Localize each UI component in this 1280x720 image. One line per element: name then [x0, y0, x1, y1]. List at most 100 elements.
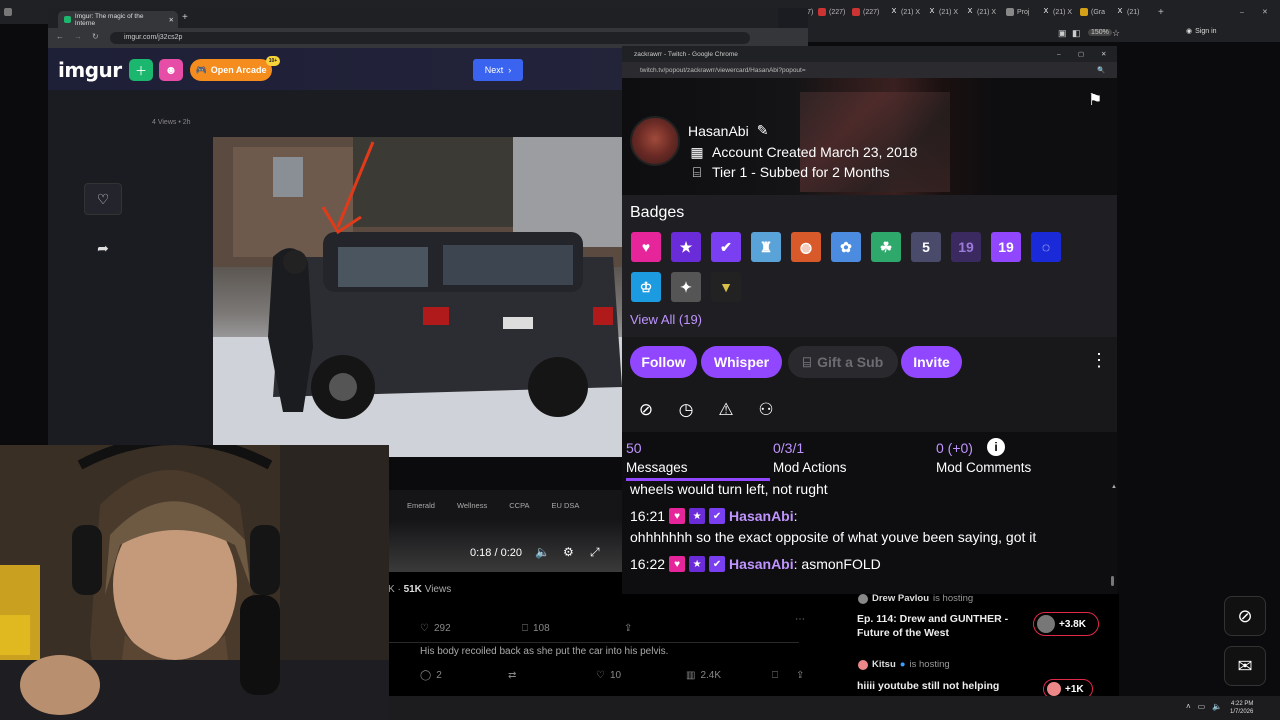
palm-badge-icon[interactable]: ☘	[871, 232, 901, 262]
zoom-icon[interactable]: 🔍	[1097, 66, 1105, 74]
host-item-2-title[interactable]: hiiii youtube still not helping	[857, 679, 999, 693]
more-options-icon[interactable]: ⋯	[795, 614, 805, 625]
volume-icon[interactable]: 🔈	[535, 545, 550, 559]
timeout-clock-icon[interactable]: ◷	[675, 399, 697, 421]
star-badge-icon[interactable]: ★	[671, 232, 701, 262]
new-tab-icon[interactable]: +	[1158, 5, 1164, 19]
bookmark-button-2[interactable]: ⎕	[772, 670, 778, 681]
view-all-badges-link[interactable]: View All (19)	[630, 312, 702, 327]
footer-link-eu-dsa[interactable]: EU DSA	[552, 501, 580, 510]
ban-icon[interactable]: ⊘	[635, 399, 657, 421]
tab-messages[interactable]: Messages	[626, 460, 688, 475]
chat-scrollbar[interactable]: ▲	[1111, 484, 1117, 590]
host-item-1-viewers[interactable]: +3.8K	[1033, 612, 1099, 636]
imgur-tab[interactable]: Imgur: The magic of the Interne ✕	[58, 11, 178, 28]
meme-button[interactable]: ☻	[159, 59, 183, 81]
report-flag-icon[interactable]: ⚑	[1088, 90, 1102, 110]
open-arcade-button[interactable]: 🎮 Open Arcade	[190, 59, 272, 81]
imgur-logo[interactable]: imgur	[58, 58, 122, 82]
views-button[interactable]: ▥ 2.4K	[686, 670, 721, 681]
like-button[interactable]: ♡ 292	[420, 623, 451, 634]
zoom-indicator[interactable]: 150%	[1088, 29, 1112, 36]
twitch-address-bar[interactable]: twitch.tv/popout/zackrawrr/viewercard/Ha…	[622, 62, 1117, 78]
gift-sub-button[interactable]: ⌸ Gift a Sub	[788, 346, 898, 378]
speaker-icon[interactable]: 🔈	[1212, 702, 1222, 711]
bird-badge-icon[interactable]: ✦	[671, 272, 701, 302]
network-icon[interactable]: ▭	[1198, 702, 1206, 711]
back-icon[interactable]: ←	[56, 32, 64, 41]
forward-icon[interactable]: →	[74, 32, 82, 41]
host-item-2-header[interactable]: Kitsu ● is hosting	[858, 659, 950, 670]
footer-link-emerald[interactable]: Emerald	[407, 501, 435, 510]
warning-icon[interactable]: ⚠	[715, 399, 737, 421]
outer-tab-9[interactable]: (Gra	[1080, 5, 1105, 19]
pencil-icon[interactable]: ✎	[757, 122, 769, 139]
outer-tab-7[interactable]: Proj	[1006, 5, 1029, 19]
invite-button[interactable]: Invite	[901, 346, 962, 378]
outer-tab-2[interactable]: (227)	[818, 5, 845, 19]
like-button-2[interactable]: ♡ 10	[596, 670, 621, 681]
imgur-url-field[interactable]: imgur.com/j32cs2p	[110, 32, 750, 44]
tab-mod-actions[interactable]: Mod Actions	[773, 460, 847, 475]
host-item-1-title[interactable]: Ep. 114: Drew and GUNTHER - Future of th…	[857, 612, 1008, 640]
footer-link-ccpa[interactable]: CCPA	[509, 501, 529, 510]
compass-button[interactable]: ⊘	[1224, 596, 1266, 636]
chat-username[interactable]: HasanAbi	[729, 508, 794, 524]
video-frame[interactable]	[213, 137, 622, 457]
next-button[interactable]: Next ›	[473, 59, 523, 81]
tab-close-icon[interactable]: ✕	[169, 16, 174, 24]
gold-badge-icon[interactable]: ▼	[711, 272, 741, 302]
share-button-2[interactable]: ⇪	[796, 670, 804, 681]
outer-tab-8[interactable]: X (21) X	[1042, 5, 1072, 19]
verified-badge-icon[interactable]: ✔	[711, 232, 741, 262]
tulip-badge-icon[interactable]: ✿	[831, 232, 861, 262]
clock[interactable]: 4:22 PM 1/7/2026	[1230, 700, 1253, 716]
extension-icon[interactable]: ◧	[1072, 28, 1081, 39]
settings-gear-icon[interactable]: ⚙	[563, 545, 574, 559]
nineteen-dim-badge-icon[interactable]: 19	[951, 232, 981, 262]
reply-button[interactable]: ◯ 2	[420, 670, 442, 681]
tab-mod-comments[interactable]: Mod Comments	[936, 460, 1031, 475]
maximize-icon[interactable]: ▢	[1078, 50, 1084, 58]
scroll-up-icon[interactable]: ▲	[1111, 484, 1117, 490]
favorite-button[interactable]: ♡	[84, 183, 122, 215]
outer-tab-icons[interactable]	[4, 5, 12, 19]
outer-tab-3[interactable]: (227)	[852, 5, 879, 19]
mail-button[interactable]: ✉	[1224, 646, 1266, 686]
follow-button[interactable]: Follow	[630, 346, 697, 378]
info-icon[interactable]: i	[987, 438, 1005, 456]
heart-badge-icon[interactable]: ♥	[631, 232, 661, 262]
add-mod-icon[interactable]: ⚇	[755, 399, 777, 421]
share-button[interactable]: ➦	[84, 232, 122, 264]
more-vertical-icon[interactable]: ⋮	[1090, 350, 1108, 371]
chevron-up-icon[interactable]: ˄	[1186, 702, 1191, 711]
share-button[interactable]: ⇪	[624, 623, 632, 634]
new-tab-icon[interactable]: +	[182, 12, 188, 23]
bookmark-button[interactable]: ⎕ 108	[522, 623, 550, 634]
chat-username[interactable]: HasanAbi	[729, 556, 794, 572]
close-icon[interactable]: ✕	[1101, 50, 1106, 58]
outer-tab-6[interactable]: X (21) X	[966, 5, 996, 19]
whisper-button[interactable]: Whisper	[701, 346, 782, 378]
retweet-button[interactable]: ⇄	[508, 670, 516, 681]
pizza-badge-icon[interactable]: ◍	[791, 232, 821, 262]
crown-badge-icon[interactable]: ♔	[631, 272, 661, 302]
minimize-icon[interactable]: –	[1240, 5, 1244, 19]
scrollbar-thumb[interactable]	[1111, 576, 1114, 586]
host-item-1-header[interactable]: Drew Pavlou is hosting	[858, 593, 973, 604]
footer-link-wellness[interactable]: Wellness	[457, 501, 487, 510]
upload-button[interactable]: ＋	[129, 59, 153, 81]
username[interactable]: HasanAbi	[688, 123, 749, 139]
sign-in-button[interactable]: ◉ Sign in	[1186, 27, 1217, 36]
extension-icon[interactable]: ▣	[1058, 28, 1067, 39]
close-window-icon[interactable]: ✕	[1262, 5, 1268, 19]
nineteen-badge-icon[interactable]: 19	[991, 232, 1021, 262]
reload-icon[interactable]: ↻	[92, 32, 99, 41]
avatar[interactable]	[630, 116, 680, 166]
outer-tab-10[interactable]: X (21)	[1116, 5, 1140, 19]
bookmark-star-icon[interactable]: ☆	[1112, 28, 1120, 39]
outer-tab-4[interactable]: X (21) X	[890, 5, 920, 19]
outer-tab-5[interactable]: X (21) X	[928, 5, 958, 19]
five-badge-icon[interactable]: 5	[911, 232, 941, 262]
fullscreen-icon[interactable]: ⤢	[590, 545, 600, 560]
